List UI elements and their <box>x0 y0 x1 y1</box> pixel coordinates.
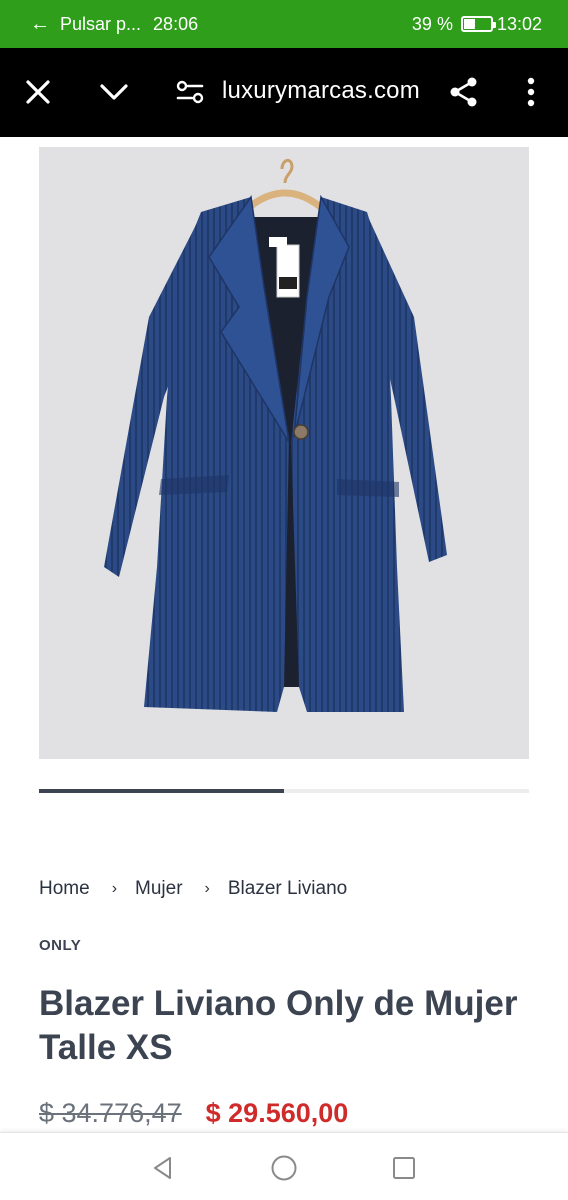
return-label: Pulsar p... <box>60 13 142 34</box>
status-bar: ← Pulsar p... 28:06 39 % ⚡ 13:02 <box>0 0 568 48</box>
coat-illustration <box>104 159 447 712</box>
site-settings-button[interactable] <box>174 76 206 108</box>
back-triangle-icon <box>154 1157 171 1179</box>
battery-icon: ⚡ <box>460 16 496 32</box>
return-to-call[interactable]: ← Pulsar p... 28:06 <box>0 13 198 36</box>
close-icon <box>26 80 50 104</box>
breadcrumb-mujer[interactable]: Mujer <box>135 878 183 900</box>
system-navigation-bar <box>0 1132 568 1200</box>
close-button[interactable] <box>22 76 54 108</box>
battery-percent: 39 % <box>411 13 453 34</box>
share-button[interactable] <box>447 75 481 109</box>
back-arrow-icon: ← <box>30 12 50 35</box>
nav-back-button[interactable] <box>148 1153 178 1183</box>
url-text[interactable]: luxurymarcas.com <box>222 77 420 105</box>
more-vert-icon <box>527 77 535 107</box>
share-icon <box>450 77 477 107</box>
breadcrumb: Home › Mujer › Blazer Liviano <box>39 878 347 900</box>
more-options-button[interactable] <box>516 75 546 109</box>
chevron-down-icon <box>100 84 128 100</box>
breadcrumb-separator: › <box>111 880 118 897</box>
carousel-active-segment <box>39 789 284 793</box>
browser-toolbar: luxurymarcas.com <box>0 48 568 137</box>
nav-home-button[interactable] <box>269 1153 299 1183</box>
tune-icon <box>176 80 204 104</box>
product-vendor[interactable]: ONLY <box>39 937 81 954</box>
product-image[interactable] <box>39 147 529 759</box>
product-title: Blazer Liviano Only de Mujer Talle XS <box>39 984 518 1067</box>
sale-price: $ 29.560,00 <box>205 1098 349 1128</box>
home-circle-icon <box>271 1155 297 1181</box>
recents-square-icon <box>393 1157 415 1179</box>
call-timer: 28:06 <box>153 13 199 34</box>
breadcrumb-separator: › <box>204 880 210 897</box>
compare-at-price: $ 34.776,47 <box>39 1098 182 1128</box>
image-carousel-indicator[interactable] <box>39 789 529 793</box>
breadcrumb-home[interactable]: Home <box>39 878 90 900</box>
price-block: $ 34.776,47 $ 29.560,00 <box>39 1098 348 1129</box>
minimize-button[interactable] <box>97 76 131 108</box>
clock: 13:02 <box>496 13 542 34</box>
nav-recents-button[interactable] <box>389 1153 419 1183</box>
breadcrumb-current: Blazer Liviano <box>227 878 348 899</box>
